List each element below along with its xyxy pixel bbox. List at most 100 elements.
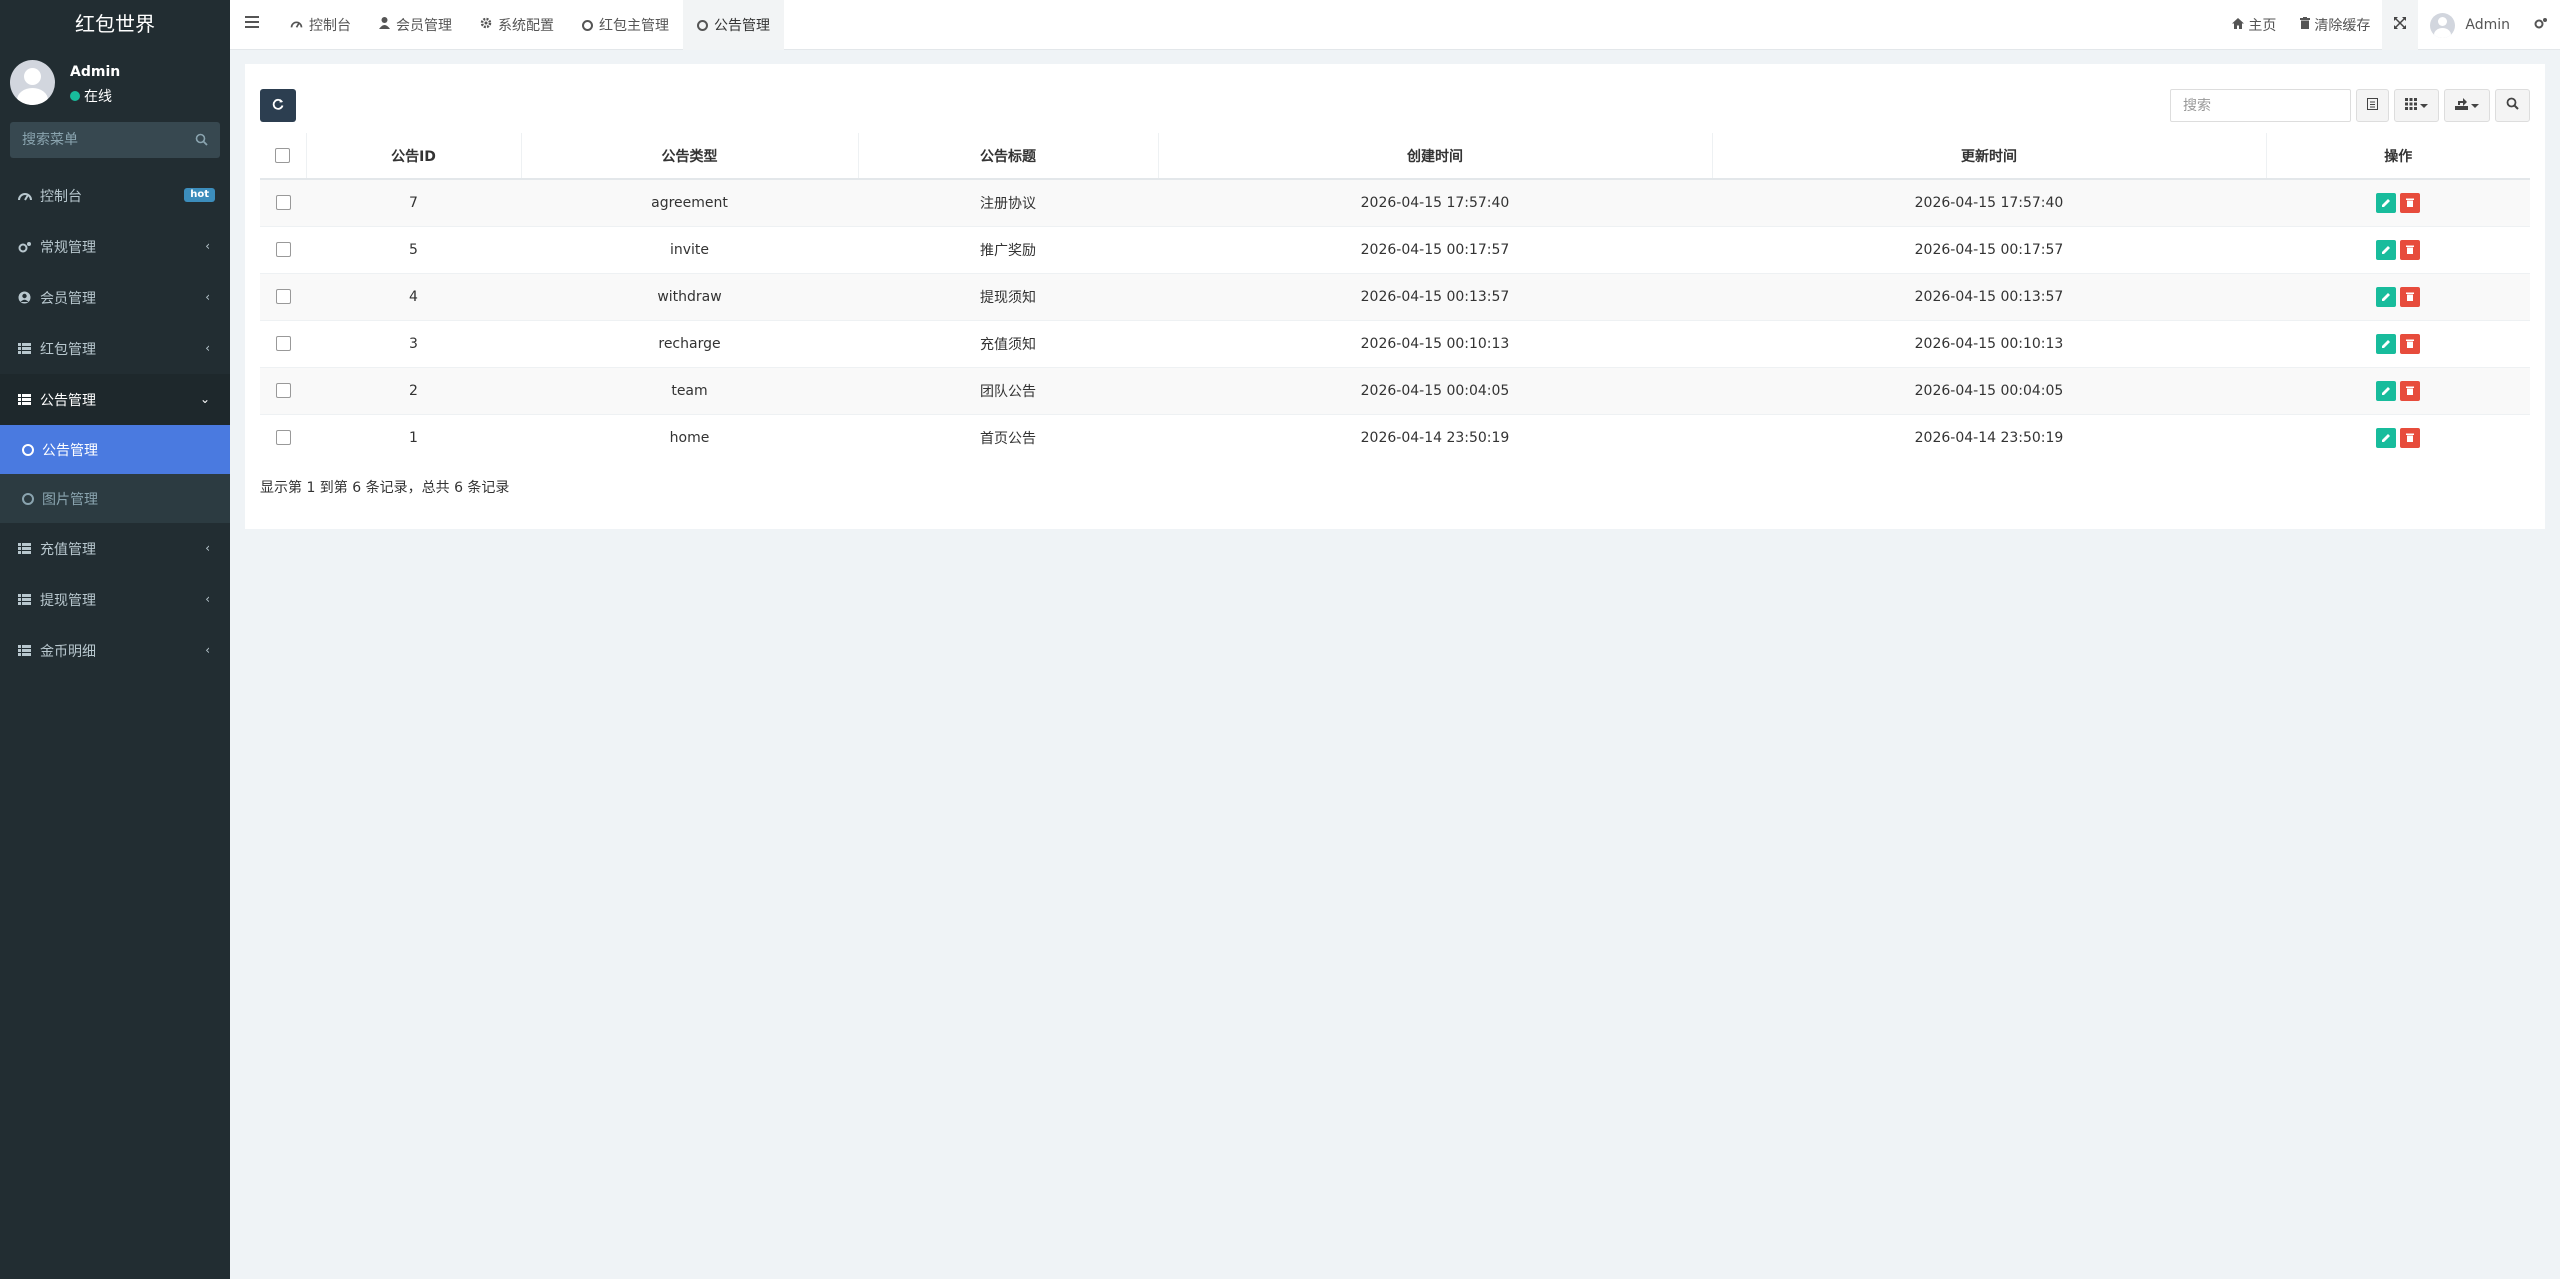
sidebar-item-announcement[interactable]: 公告管理 ⌄ [0,374,230,425]
content-panel: 公告ID 公告类型 公告标题 创建时间 更新时间 操作 7 agreement … [245,64,2545,529]
clear-cache-button[interactable]: 清除缓存 [2288,0,2382,50]
delete-button[interactable] [2400,192,2420,213]
menu-search-input[interactable] [10,122,220,158]
cell-created: 2026-04-15 00:04:05 [1158,366,1712,414]
delete-button[interactable] [2400,333,2420,354]
export-icon [2455,97,2468,114]
export-dropdown-button[interactable] [2444,89,2490,122]
tab-dashboard[interactable]: 控制台 [276,0,365,50]
avatar [2430,12,2456,38]
cogs-icon [2534,17,2548,33]
sidebar: 红包世界 Admin 在线 控制台 hot 常规管理 ‹ 会员管理 ‹ [0,0,230,1279]
cell-id: 1 [306,413,521,461]
cell-created: 2026-04-14 23:50:19 [1158,413,1712,461]
row-checkbox[interactable] [275,195,291,211]
caret-down-icon [2471,103,2479,108]
top-header: 控制台 会员管理 系统配置 红包主管理 公告管理 主页 清除缓存 Admin [230,0,2560,50]
online-dot-icon [70,91,80,101]
row-checkbox[interactable] [275,430,291,446]
advanced-search-button[interactable] [2495,89,2530,122]
select-all-cell [260,133,307,180]
cell-updated: 2026-04-15 17:57:40 [1712,178,2266,226]
cell-type: invite [521,225,858,273]
sidebar-item-label: 控制台 [40,188,82,205]
user-panel: Admin 在线 [0,50,230,122]
edit-button[interactable] [2376,239,2396,260]
row-checkbox[interactable] [275,289,291,304]
cell-created: 2026-04-15 17:57:40 [1158,178,1712,226]
cell-title: 团队公告 [858,366,1158,414]
delete-button[interactable] [2400,286,2420,307]
table-row[interactable]: 2 team 团队公告 2026-04-15 00:04:05 2026-04-… [260,366,2530,414]
delete-button[interactable] [2400,380,2420,401]
cogs-icon [18,241,40,253]
cell-id: 4 [306,272,521,320]
column-header-updated[interactable]: 更新时间 [1712,133,2267,180]
list-icon [18,343,40,354]
sidebar-subitem-images[interactable]: 图片管理 [0,474,230,523]
tab-announcement[interactable]: 公告管理 [683,0,784,50]
table-row[interactable]: 1 home 首页公告 2026-04-14 23:50:19 2026-04-… [260,413,2530,461]
tab-label: 会员管理 [396,18,452,34]
tab-system-config[interactable]: 系统配置 [466,0,568,50]
column-header-type[interactable]: 公告类型 [521,133,859,180]
sidebar-item-withdraw[interactable]: 提现管理 ‹ [0,574,230,625]
select-all-checkbox[interactable] [275,148,291,163]
table-row[interactable]: 7 agreement 注册协议 2026-04-15 17:57:40 202… [260,178,2530,226]
row-checkbox[interactable] [275,242,291,257]
hot-badge: hot [184,188,215,202]
column-header-created[interactable]: 创建时间 [1158,133,1713,180]
admin-label: Admin [2465,17,2510,33]
edit-button[interactable] [2376,192,2396,213]
edit-button[interactable] [2376,380,2396,401]
delete-button[interactable] [2400,239,2420,260]
app-logo[interactable]: 红包世界 [0,0,230,50]
refresh-button[interactable] [260,89,296,122]
table-search-input[interactable] [2170,89,2351,122]
refresh-icon [272,98,284,114]
delete-button[interactable] [2400,427,2420,448]
table-row[interactable]: 5 invite 推广奖励 2026-04-15 00:17:57 2026-0… [260,225,2530,273]
trash-icon [2406,245,2414,254]
announcement-table: 公告ID 公告类型 公告标题 创建时间 更新时间 操作 7 agreement … [260,133,2530,461]
admin-user-menu[interactable]: Admin [2418,0,2522,50]
tab-members[interactable]: 会员管理 [365,0,466,50]
clear-cache-label: 清除缓存 [2314,18,2371,34]
sidebar-item-general[interactable]: 常规管理 ‹ [0,221,230,272]
sidebar-item-members[interactable]: 会员管理 ‹ [0,272,230,323]
sidebar-item-dashboard[interactable]: 控制台 hot [0,170,230,221]
toggle-view-button[interactable] [2356,89,2389,122]
table-row[interactable]: 4 withdraw 提现须知 2026-04-15 00:13:57 2026… [260,272,2530,320]
column-header-title[interactable]: 公告标题 [858,133,1159,180]
settings-button[interactable] [2522,0,2560,50]
avatar [10,60,55,105]
dashboard-icon [18,190,40,202]
column-header-actions: 操作 [2266,133,2530,180]
table-header-row: 公告ID 公告类型 公告标题 创建时间 更新时间 操作 [260,133,2530,180]
search-icon[interactable] [195,133,208,150]
home-link[interactable]: 主页 [2220,0,2288,50]
user-icon [379,17,390,33]
row-checkbox[interactable] [275,383,291,398]
sidebar-item-coins[interactable]: 金币明细 ‹ [0,625,230,676]
cell-id: 7 [306,178,521,226]
tab-label: 系统配置 [498,18,554,34]
row-checkbox[interactable] [275,336,291,351]
edit-button[interactable] [2376,286,2396,307]
fullscreen-button[interactable] [2382,0,2419,50]
table-row[interactable]: 3 recharge 充值须知 2026-04-15 00:10:13 2026… [260,319,2530,367]
pencil-icon [2381,293,2390,301]
pagination-summary: 显示第 1 到第 6 条记录，总共 6 条记录 [260,480,510,496]
sidebar-subitem-announcement[interactable]: 公告管理 [0,425,230,474]
edit-button[interactable] [2376,427,2396,448]
menu-toggle-icon[interactable] [245,16,259,32]
cell-type: team [521,366,858,414]
edit-button[interactable] [2376,333,2396,354]
column-header-id[interactable]: 公告ID [306,133,522,180]
cell-created: 2026-04-15 00:10:13 [1158,319,1712,367]
columns-dropdown-button[interactable] [2394,89,2439,122]
tab-redpacket-owner[interactable]: 红包主管理 [568,0,683,50]
home-icon [2232,17,2245,33]
sidebar-item-redpacket[interactable]: 红包管理 ‹ [0,323,230,374]
sidebar-item-recharge[interactable]: 充值管理 ‹ [0,523,230,574]
